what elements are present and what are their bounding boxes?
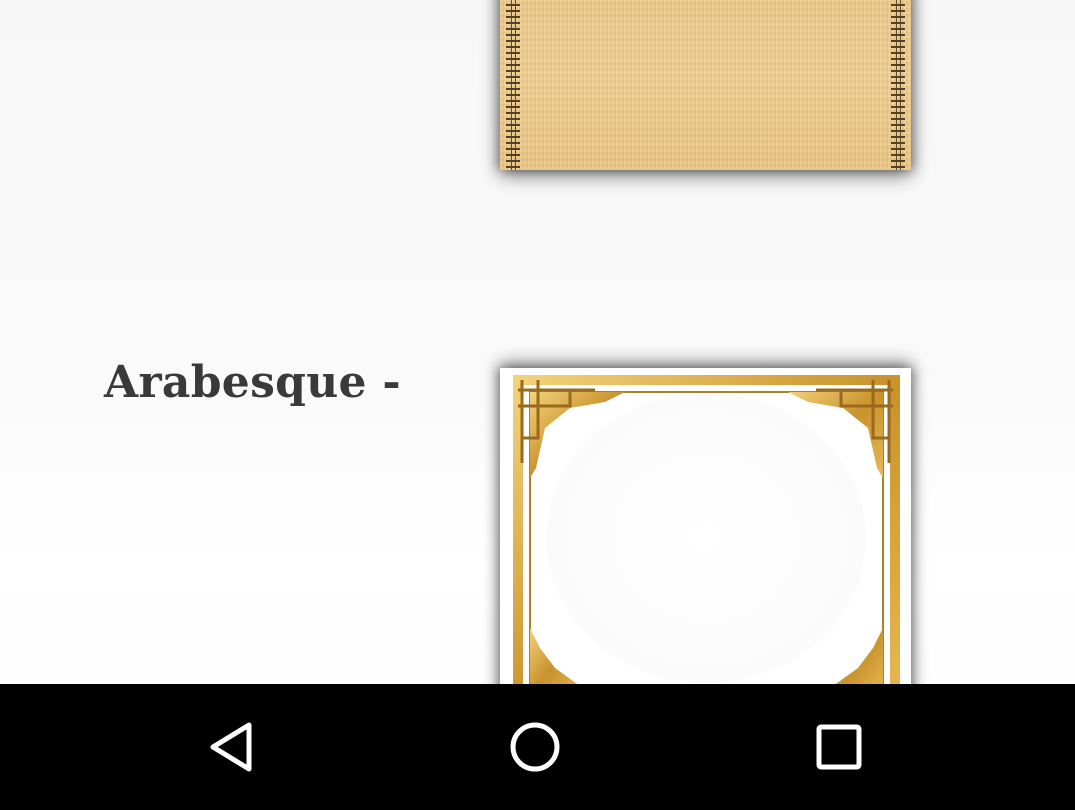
recents-button[interactable] <box>809 717 869 777</box>
scroll-edge-left <box>506 0 520 170</box>
arabesque-frame-image <box>513 375 900 684</box>
recents-square-icon <box>816 724 862 770</box>
back-triangle-icon <box>210 722 252 772</box>
theme-label-arabesque: Arabesque - <box>104 357 401 408</box>
home-button[interactable] <box>505 717 565 777</box>
theme-preview-arabesque[interactable] <box>500 368 911 684</box>
scroll-edge-right <box>891 0 905 170</box>
system-navigation-bar <box>0 684 1075 810</box>
back-button[interactable] <box>204 717 264 777</box>
theme-list: Arabesque - <box>0 0 1075 684</box>
home-circle-icon <box>510 722 560 772</box>
theme-preview-parchment[interactable] <box>500 0 911 170</box>
